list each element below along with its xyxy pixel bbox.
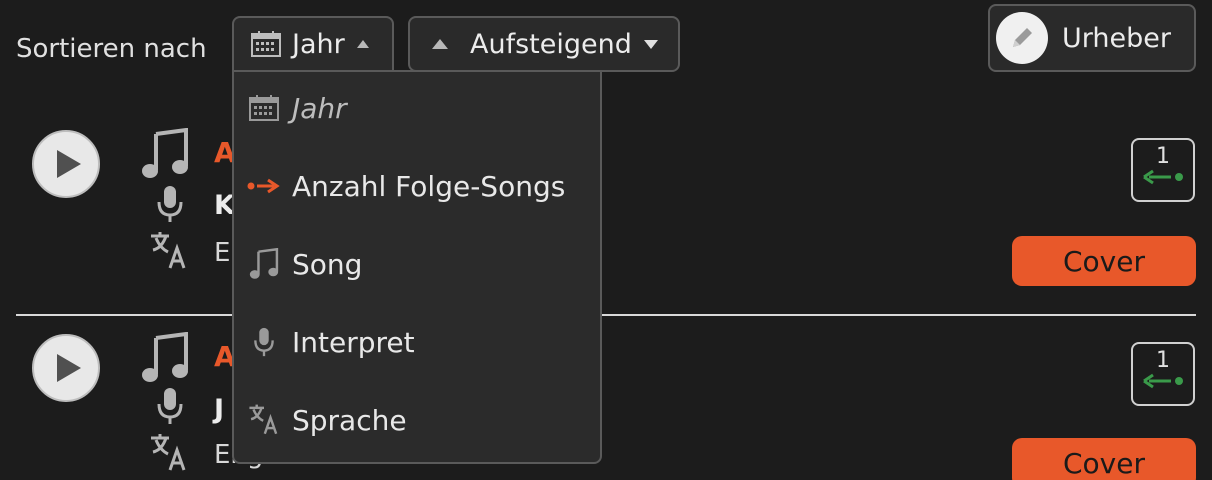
translate-icon bbox=[244, 403, 284, 437]
follow-songs-count: 1 bbox=[1156, 348, 1170, 373]
pencil-icon bbox=[996, 12, 1048, 64]
translate-icon bbox=[148, 432, 190, 478]
arrow-left-icon bbox=[1141, 168, 1185, 190]
follow-songs-count-button[interactable]: 1 bbox=[1131, 342, 1195, 406]
sort-field-menu: Jahr Anzahl Folge-Songs Song Interpret S… bbox=[232, 70, 602, 464]
chevron-down-icon bbox=[643, 39, 658, 49]
cover-badge[interactable]: Cover bbox=[1012, 236, 1196, 286]
sort-by-label: Sortieren nach bbox=[16, 34, 207, 64]
play-button[interactable] bbox=[32, 130, 100, 198]
arrow-right-icon bbox=[244, 177, 284, 195]
urheber-button[interactable]: Urheber bbox=[988, 4, 1196, 72]
menu-item-label: Interpret bbox=[292, 325, 415, 359]
menu-item-sprache[interactable]: Sprache bbox=[244, 400, 407, 440]
play-icon bbox=[57, 354, 81, 382]
song-row: A J Englisch 1 Cover bbox=[0, 324, 1212, 480]
menu-item-label: Sprache bbox=[292, 403, 407, 437]
microphone-icon bbox=[156, 386, 184, 430]
menu-item-jahr[interactable]: Jahr bbox=[244, 88, 347, 128]
menu-item-song[interactable]: Song bbox=[244, 244, 362, 284]
row-divider bbox=[16, 314, 1196, 316]
sort-field-dropdown[interactable]: Jahr bbox=[232, 16, 394, 72]
song-row: A K E 1 Cover bbox=[0, 120, 1212, 300]
artist-name[interactable]: J bbox=[214, 394, 224, 425]
sort-field-value: Jahr bbox=[292, 28, 345, 60]
chevron-up-icon bbox=[356, 40, 369, 48]
calendar-icon bbox=[250, 30, 282, 58]
translate-icon bbox=[148, 230, 190, 276]
cover-badge[interactable]: Cover bbox=[1012, 438, 1196, 480]
microphone-icon bbox=[156, 184, 184, 228]
sort-direction-value: Aufsteigend bbox=[470, 28, 632, 60]
menu-item-label: Jahr bbox=[292, 91, 347, 125]
follow-songs-count-button[interactable]: 1 bbox=[1131, 138, 1195, 202]
urheber-label: Urheber bbox=[1062, 22, 1171, 54]
play-button[interactable] bbox=[32, 334, 100, 402]
music-note-icon bbox=[244, 248, 284, 280]
play-icon bbox=[57, 150, 81, 178]
menu-item-anzahl-folge-songs[interactable]: Anzahl Folge-Songs bbox=[244, 166, 565, 206]
menu-item-label: Anzahl Folge-Songs bbox=[292, 169, 566, 203]
microphone-icon bbox=[244, 326, 284, 358]
follow-songs-count: 1 bbox=[1156, 144, 1170, 169]
ascending-triangle-icon bbox=[432, 39, 448, 49]
arrow-left-icon bbox=[1141, 372, 1185, 394]
calendar-icon bbox=[244, 94, 284, 122]
menu-item-interpret[interactable]: Interpret bbox=[244, 322, 415, 362]
menu-item-label: Song bbox=[292, 247, 363, 281]
sort-direction-dropdown[interactable]: Aufsteigend bbox=[408, 16, 680, 72]
music-note-icon bbox=[140, 127, 190, 184]
music-note-icon bbox=[140, 331, 190, 388]
song-language: E bbox=[214, 238, 231, 268]
